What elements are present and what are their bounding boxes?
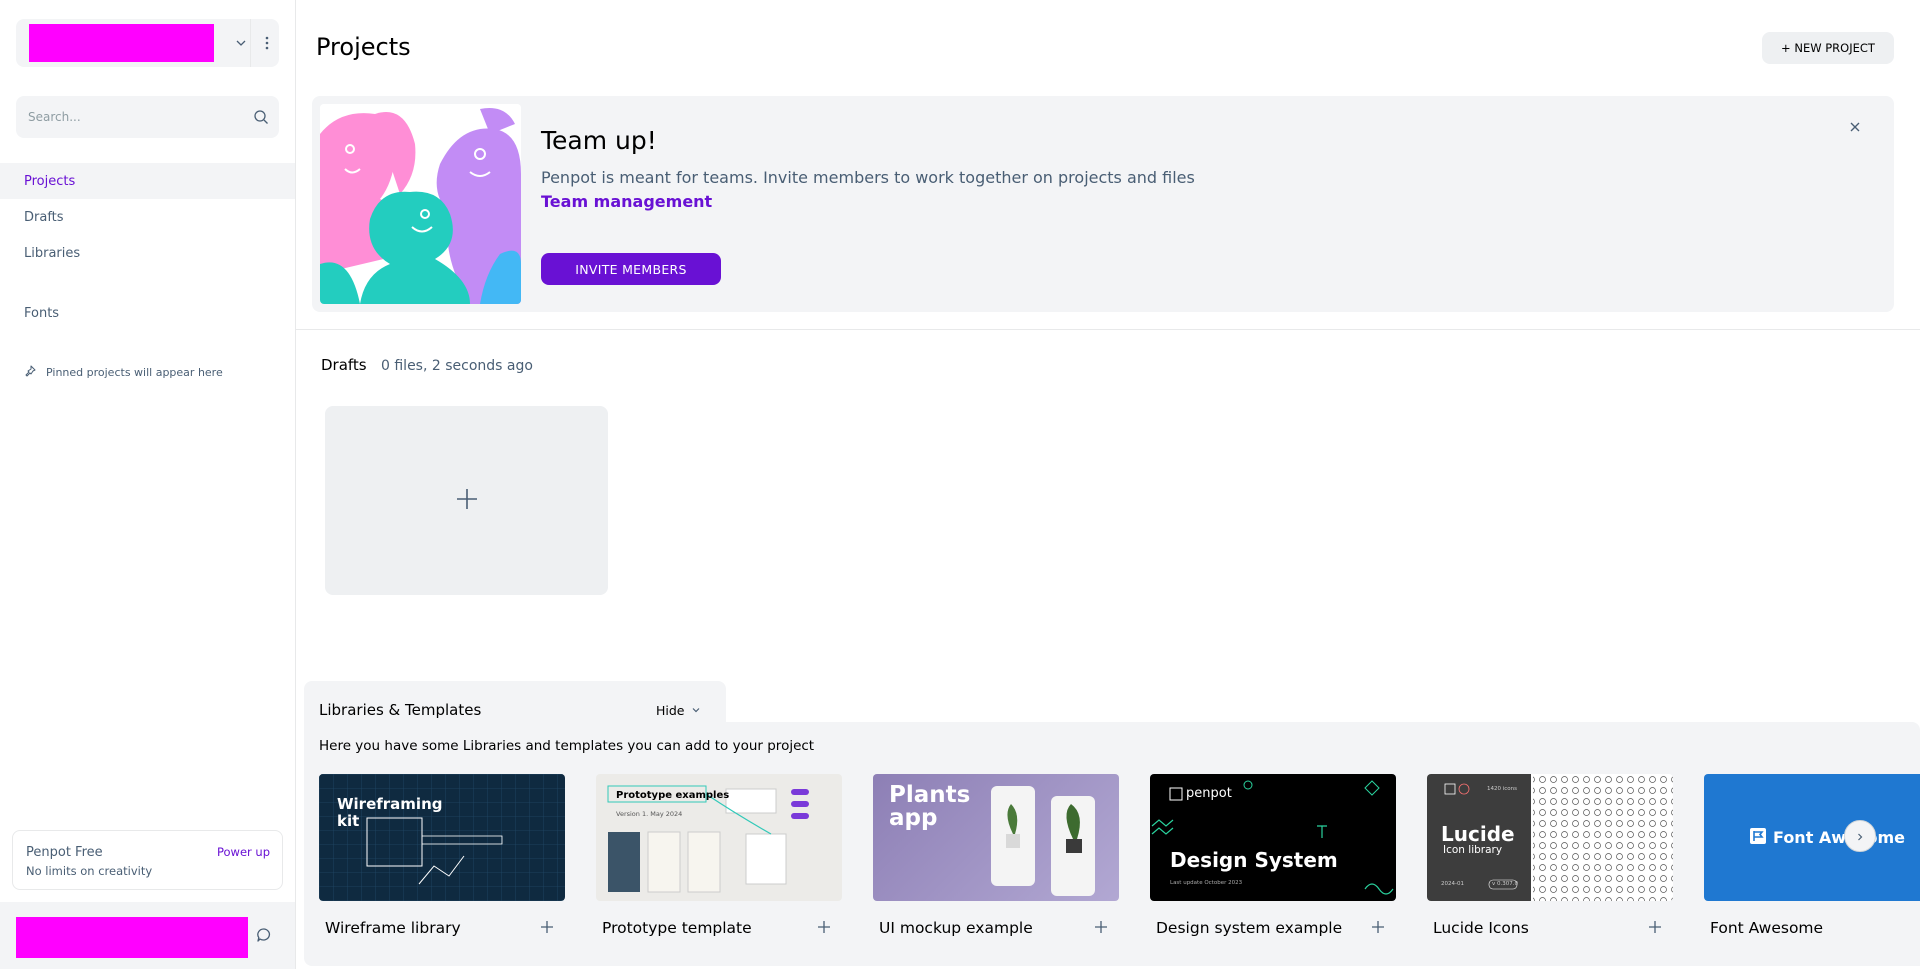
lucide-thumb-subtitle: Icon library bbox=[1443, 844, 1503, 856]
section-divider bbox=[296, 329, 1920, 330]
user-menu bbox=[0, 902, 295, 969]
pinned-projects-hint: Pinned projects will appear here bbox=[24, 365, 223, 380]
wireframe-thumbnail: Wireframing kit bbox=[319, 774, 565, 901]
chat-icon[interactable] bbox=[255, 926, 273, 944]
sidebar-item-projects[interactable]: Projects bbox=[0, 163, 295, 199]
add-icon[interactable] bbox=[1370, 919, 1386, 935]
plants-app-thumbnail: Plants app bbox=[873, 774, 1119, 901]
template-card-lucide[interactable]: Lucide Icon library 1420 icons 2024-01 v… bbox=[1427, 774, 1673, 949]
chevron-down-icon bbox=[691, 703, 701, 718]
team-selector[interactable] bbox=[16, 19, 279, 67]
libraries-description: Here you have some Libraries and templat… bbox=[319, 738, 815, 754]
plan-title: Penpot Free bbox=[26, 845, 103, 860]
design-system-brand: penpot bbox=[1186, 786, 1232, 801]
chevron-down-icon[interactable] bbox=[226, 27, 256, 59]
card-title: Wireframe library bbox=[325, 919, 461, 937]
team-management-link[interactable]: Team management bbox=[541, 192, 712, 211]
new-project-button[interactable]: + NEW PROJECT bbox=[1762, 32, 1894, 64]
lucide-thumb-version: v 0.307.0 bbox=[1492, 881, 1518, 887]
template-card-prototype[interactable]: Prototype examples Version 1. May 2024 P… bbox=[596, 774, 842, 949]
team-selector-divider bbox=[250, 19, 251, 67]
plus-icon bbox=[455, 487, 479, 515]
add-icon[interactable] bbox=[539, 919, 555, 935]
design-system-thumb-subtitle: Last update October 2023 bbox=[1170, 880, 1243, 886]
template-card-ui-mockup[interactable]: Plants app UI mockup example bbox=[873, 774, 1119, 949]
font-awesome-thumb-title: Font Awesome bbox=[1773, 828, 1905, 847]
design-system-thumb-title: Design System bbox=[1170, 848, 1338, 872]
close-icon[interactable] bbox=[1846, 118, 1864, 136]
sidebar-item-libraries[interactable]: Libraries bbox=[0, 235, 295, 271]
plants-thumb-title: Plants app bbox=[889, 782, 971, 831]
team-name-redacted[interactable] bbox=[29, 24, 214, 62]
font-awesome-thumbnail: Font Awesome bbox=[1704, 774, 1920, 901]
chevron-right-icon bbox=[1855, 827, 1865, 846]
drafts-title: Drafts bbox=[321, 356, 367, 374]
plan-card: Penpot Free No limits on creativity Powe… bbox=[12, 830, 283, 890]
search-input[interactable] bbox=[16, 96, 246, 138]
lucide-thumb-count: 1420 icons bbox=[1487, 786, 1518, 792]
template-card-font-awesome[interactable]: Font Awesome Font Awesome bbox=[1704, 774, 1920, 949]
drafts-info: 0 files, 2 seconds ago bbox=[381, 358, 533, 374]
page-title: Projects bbox=[316, 33, 411, 61]
more-vertical-icon[interactable] bbox=[256, 27, 278, 59]
add-icon[interactable] bbox=[816, 919, 832, 935]
add-icon[interactable] bbox=[1093, 919, 1109, 935]
prototype-thumb-subtitle: Version 1. May 2024 bbox=[616, 810, 683, 818]
wireframe-thumb-title: Wireframing kit bbox=[337, 795, 443, 830]
design-system-thumbnail: penpot Design System Last update October… bbox=[1150, 774, 1396, 901]
libraries-title: Libraries & Templates bbox=[319, 701, 482, 719]
banner-title: Team up! bbox=[541, 126, 657, 155]
card-title: Lucide Icons bbox=[1433, 919, 1529, 937]
libraries-header: Libraries & Templates Hide bbox=[304, 681, 726, 723]
prototype-thumbnail: Prototype examples Version 1. May 2024 bbox=[596, 774, 842, 901]
sidebar: Projects Drafts Libraries Fonts Pinned p… bbox=[0, 0, 296, 969]
lucide-thumb-title: Lucide bbox=[1441, 822, 1515, 846]
sidebar-item-fonts[interactable]: Fonts bbox=[0, 295, 295, 331]
card-title: Font Awesome bbox=[1710, 919, 1824, 937]
banner-text: Penpot is meant for teams. Invite member… bbox=[541, 168, 1195, 187]
power-up-link[interactable]: Power up bbox=[217, 845, 270, 859]
plan-subtitle: No limits on creativity bbox=[26, 864, 153, 878]
team-illustration bbox=[320, 104, 521, 304]
pinned-hint-text: Pinned projects will appear here bbox=[46, 366, 223, 379]
flag-icon bbox=[1749, 827, 1767, 849]
main-content: Projects + NEW PROJECT Team up! Penpot i… bbox=[296, 0, 1920, 969]
hide-libraries-button[interactable]: Hide bbox=[656, 703, 701, 718]
user-name-redacted[interactable] bbox=[16, 917, 248, 958]
lucide-thumb-date: 2024-01 bbox=[1441, 881, 1464, 887]
pin-icon bbox=[24, 365, 36, 380]
add-icon[interactable] bbox=[1647, 919, 1663, 935]
search-box bbox=[16, 96, 279, 138]
sidebar-item-drafts[interactable]: Drafts bbox=[0, 199, 295, 235]
hide-label: Hide bbox=[656, 703, 685, 718]
prototype-thumb-title: Prototype examples bbox=[616, 790, 730, 801]
lucide-thumbnail: Lucide Icon library 1420 icons 2024-01 v… bbox=[1427, 774, 1673, 901]
new-draft-button[interactable] bbox=[325, 406, 608, 595]
libraries-panel: Here you have some Libraries and templat… bbox=[304, 722, 1920, 966]
template-card-wireframe[interactable]: Wireframing kit Wireframe library bbox=[319, 774, 565, 949]
card-title: Design system example bbox=[1156, 919, 1343, 937]
template-card-design-system[interactable]: penpot Design System Last update October… bbox=[1150, 774, 1396, 949]
invite-members-button[interactable]: INVITE MEMBERS bbox=[541, 253, 721, 285]
card-title: Prototype template bbox=[602, 919, 752, 937]
carousel-next-button[interactable] bbox=[1844, 820, 1876, 852]
search-icon[interactable] bbox=[253, 109, 269, 125]
team-up-banner: Team up! Penpot is meant for teams. Invi… bbox=[312, 96, 1894, 312]
card-title: UI mockup example bbox=[879, 919, 1033, 937]
